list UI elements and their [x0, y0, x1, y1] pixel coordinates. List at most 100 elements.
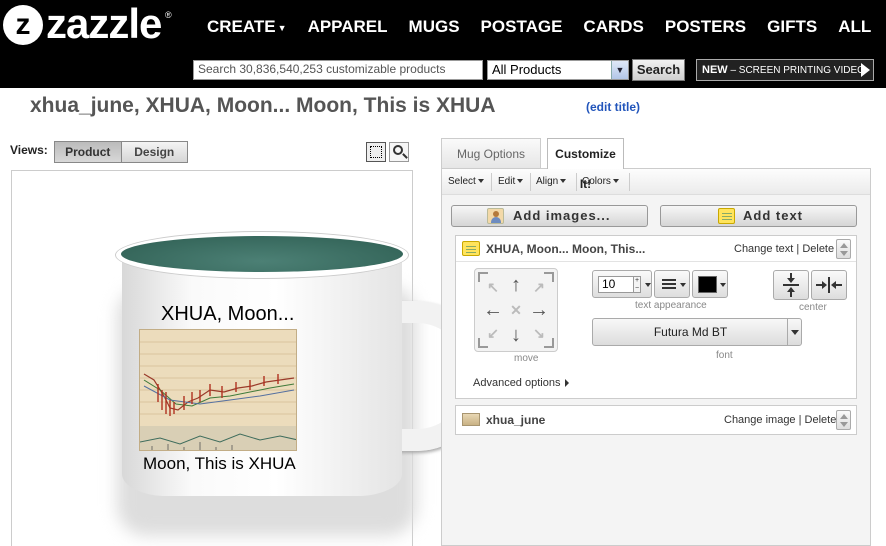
text-layer-actions: Change text | Delete: [734, 243, 834, 255]
mug-inside: [121, 236, 403, 272]
mug-chart-image[interactable]: [139, 329, 297, 451]
search-button[interactable]: Search: [632, 59, 685, 81]
nav-all[interactable]: ALL: [838, 14, 871, 40]
chevron-down-icon[interactable]: ▼: [611, 61, 628, 79]
customize-panel-body: Select Edit Align Colors Add images... A…: [441, 168, 871, 546]
main-nav: CREATE ▼ APPAREL MUGS POSTAGE CARDS POSTE…: [207, 14, 886, 40]
magnifier-handle: [402, 153, 408, 159]
caret-down-icon: [720, 283, 726, 287]
font-size-spinner[interactable]: + −: [633, 276, 641, 293]
image-layer-title: xhua_june: [486, 413, 546, 427]
play-icon: [861, 63, 870, 77]
zoom-tool-button[interactable]: [389, 142, 409, 162]
category-select-value: All Products: [492, 62, 562, 77]
view-product-button[interactable]: Product: [55, 142, 122, 162]
toolbar-edit-menu[interactable]: Edit: [498, 176, 524, 187]
toolbar-align-menu[interactable]: Align: [536, 176, 567, 187]
font-select[interactable]: Futura Md BT: [592, 318, 802, 346]
move-pad[interactable]: ↖ ↑ ↗ ← ✕ → ↙ ↓ ↘: [474, 268, 558, 352]
image-layer-panel[interactable]: xhua_june Change image | Delete: [455, 405, 857, 435]
font-size-input[interactable]: 10: [598, 276, 634, 293]
logo-circle-icon: z: [3, 5, 43, 45]
select-tool-button[interactable]: [366, 142, 386, 162]
tab-customize-it[interactable]: Customize It!: [547, 138, 624, 191]
arrow-up-icon[interactable]: ↑: [506, 275, 526, 295]
delete-image-link[interactable]: Delete: [805, 414, 837, 426]
caret-down-icon: [517, 179, 524, 184]
customize-panel: Mug Options Customize It! Select Edit Al…: [441, 138, 871, 546]
promo-banner-link[interactable]: NEW – SCREEN PRINTING VIDEO: [696, 59, 874, 81]
category-select[interactable]: All Products ▼: [487, 60, 629, 80]
layer-order-stepper[interactable]: [836, 410, 851, 430]
toolbar-select-menu[interactable]: Select: [448, 176, 484, 187]
caret-down-icon: [477, 179, 484, 184]
sticky-note-icon: [718, 208, 735, 224]
marquee-icon: [370, 146, 382, 158]
mug-text-bottom[interactable]: Moon, This is XHUA: [143, 454, 296, 474]
edit-title-link[interactable]: (edit title): [586, 100, 640, 114]
action-separator: |: [798, 414, 802, 426]
chevron-right-icon: [565, 379, 570, 388]
stock-chart-graphic: [140, 330, 296, 450]
text-layer-header[interactable]: XHUA, Moon... Moon, This... Change text …: [456, 236, 856, 262]
promo-text: – SCREEN PRINTING VIDEO: [727, 65, 865, 76]
toolbar-divider: [629, 173, 630, 191]
nav-mugs[interactable]: MUGS: [409, 14, 460, 40]
arrow-down-icon[interactable]: ↓: [506, 325, 526, 345]
font-size-control: 10 + −: [592, 270, 652, 298]
nav-gifts[interactable]: GIFTS: [767, 14, 817, 40]
change-text-link[interactable]: Change text: [734, 243, 793, 255]
search-input[interactable]: Search 30,836,540,253 customizable produ…: [193, 60, 483, 80]
color-swatch: [698, 276, 717, 293]
layer-order-stepper[interactable]: [836, 239, 851, 259]
nav-apparel[interactable]: APPAREL: [308, 14, 388, 40]
nav-posters[interactable]: POSTERS: [665, 14, 746, 40]
center-horizontal-button[interactable]: [811, 270, 847, 300]
nav-cards[interactable]: CARDS: [583, 14, 643, 40]
change-image-link[interactable]: Change image: [724, 414, 796, 426]
views-label: Views:: [10, 143, 48, 157]
center-vertical-icon: [783, 273, 799, 297]
registered-mark: ®: [165, 10, 172, 20]
x-center-icon[interactable]: ✕: [506, 300, 526, 320]
arrow-left-icon[interactable]: ←: [483, 300, 503, 320]
caret-down-icon: ▼: [277, 22, 287, 33]
add-text-button[interactable]: Add text: [660, 205, 857, 227]
caret-down-icon: [560, 179, 567, 184]
center-vertical-button[interactable]: [773, 270, 809, 300]
text-color-dropdown[interactable]: [692, 270, 728, 298]
view-toggle: Product Design: [54, 141, 188, 163]
font-select-value: Futura Md BT: [653, 325, 728, 339]
caret-down-icon: [680, 283, 686, 287]
text-layer-panel: XHUA, Moon... Moon, This... Change text …: [455, 235, 857, 399]
add-images-label: Add images...: [513, 208, 611, 223]
advanced-options-link[interactable]: Advanced options: [473, 377, 570, 389]
caret-down-icon[interactable]: [645, 283, 651, 287]
nav-postage[interactable]: POSTAGE: [481, 14, 563, 40]
view-design-button[interactable]: Design: [121, 142, 187, 162]
image-thumbnail-icon: [462, 413, 480, 426]
delete-text-link[interactable]: Delete: [802, 243, 834, 255]
edit-toolbar: Select Edit Align Colors: [442, 169, 870, 195]
font-label: font: [716, 350, 733, 361]
move-label: move: [514, 353, 539, 364]
toolbar-align-label: Align: [536, 176, 559, 187]
add-text-label: Add text: [743, 208, 803, 223]
zazzle-logo[interactable]: z zazzle ®: [0, 0, 180, 52]
toolbar-edit-label: Edit: [498, 176, 516, 187]
arrow-right-icon[interactable]: →: [529, 300, 549, 320]
nav-create[interactable]: CREATE ▼: [207, 14, 287, 40]
person-image-icon: [487, 208, 504, 224]
corner-bracket: [478, 338, 488, 348]
add-images-button[interactable]: Add images...: [451, 205, 648, 227]
sticky-note-icon: [462, 241, 480, 256]
toolbar-divider: [491, 173, 492, 191]
text-layer-title: XHUA, Moon... Moon, This...: [486, 242, 646, 256]
mug-text-top[interactable]: XHUA, Moon...: [161, 303, 294, 326]
page-title: xhua_june, XHUA, Moon... Moon, This is X…: [30, 94, 496, 117]
image-layer-actions: Change image | Delete: [724, 414, 836, 426]
text-align-dropdown[interactable]: [654, 270, 690, 298]
chevron-down-icon[interactable]: [787, 319, 801, 345]
logo-text: zazzle: [46, 0, 162, 47]
tab-mug-options[interactable]: Mug Options: [441, 138, 541, 168]
